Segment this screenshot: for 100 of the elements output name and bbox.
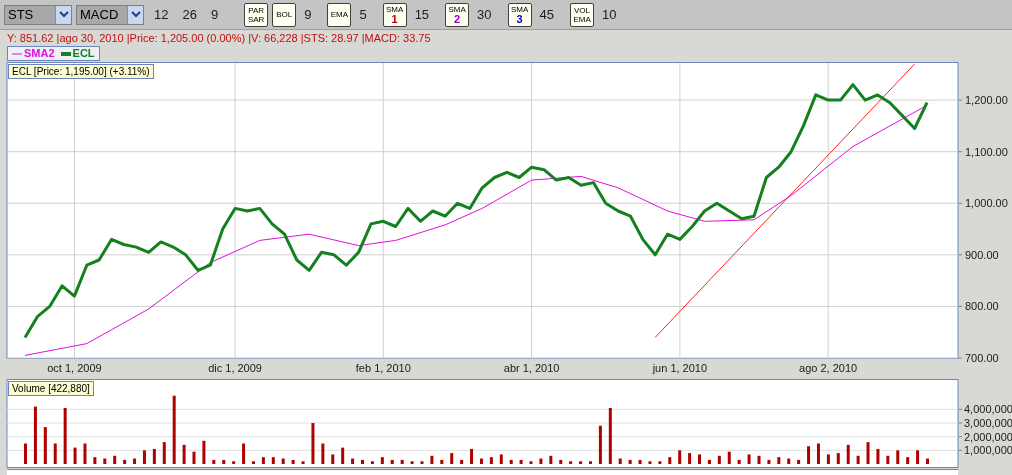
volume-bar bbox=[63, 407, 67, 464]
volume-bar bbox=[886, 455, 890, 464]
volume-bar bbox=[906, 457, 910, 464]
volume-bar bbox=[252, 461, 255, 464]
volume-bar bbox=[123, 459, 127, 464]
volume-bar bbox=[222, 459, 226, 464]
volume-bar bbox=[787, 458, 791, 464]
volume-bar bbox=[232, 461, 236, 464]
volume-bar bbox=[856, 455, 860, 464]
axis-label: 4,000,000 bbox=[964, 403, 1012, 416]
volume-bar bbox=[53, 443, 57, 464]
axis-label: 1,000,000 bbox=[964, 444, 1012, 457]
volume-bar bbox=[351, 458, 355, 464]
volume-bar bbox=[807, 446, 811, 464]
volume-bar bbox=[658, 461, 662, 464]
volume-bar bbox=[767, 459, 771, 464]
price-label: ECL [Price: 1,195.00] (+3.11%) bbox=[8, 64, 154, 79]
volume-bar bbox=[569, 461, 573, 464]
volume-bar bbox=[598, 425, 602, 464]
volume-bar bbox=[876, 448, 880, 464]
indicator-value: 5 bbox=[359, 5, 367, 24]
indicator-button[interactable]: SMA 3 bbox=[507, 2, 532, 27]
volume-bar bbox=[331, 454, 335, 464]
indicator-button[interactable]: SMA 1 bbox=[382, 2, 407, 27]
volume-bar bbox=[608, 407, 612, 464]
volume-bar bbox=[579, 461, 583, 464]
axis-label: 3,000,000 bbox=[964, 417, 1012, 429]
dropdown[interactable]: MACD bbox=[76, 4, 144, 25]
volume-bar bbox=[797, 459, 801, 464]
indicator-button[interactable]: PAR SAR bbox=[244, 2, 269, 27]
volume-bar bbox=[192, 451, 196, 464]
indicator-number: 3 bbox=[516, 14, 523, 24]
volume-bar bbox=[430, 455, 434, 464]
volume-bar bbox=[24, 443, 27, 464]
volume-bar bbox=[420, 461, 424, 464]
volume-bar bbox=[43, 427, 47, 464]
volume-bar bbox=[93, 457, 97, 464]
volume-bar bbox=[509, 459, 513, 464]
volume-bar bbox=[539, 458, 543, 464]
date-label: ago 2, 2010 bbox=[799, 362, 858, 374]
volume-bar bbox=[242, 443, 246, 464]
indicator-number: 1 bbox=[391, 14, 398, 24]
volume-bar bbox=[826, 454, 830, 464]
volume-bar bbox=[162, 442, 166, 464]
volume-bar bbox=[390, 459, 394, 464]
volume-bar bbox=[301, 461, 305, 464]
volume-bar bbox=[866, 442, 870, 464]
volume-bar bbox=[916, 450, 920, 464]
volume-bar bbox=[688, 453, 692, 464]
indicator-number: 2 bbox=[454, 14, 461, 24]
volume-bar bbox=[460, 459, 464, 464]
date-label: oct 1, 2009 bbox=[47, 362, 102, 374]
volume-bar bbox=[142, 450, 146, 464]
volume-bar bbox=[321, 443, 325, 464]
indicator-value: 9 bbox=[304, 5, 312, 24]
date-label: abr 1, 2010 bbox=[503, 362, 560, 374]
volume-bar bbox=[370, 461, 374, 464]
parameter-value: 12 bbox=[154, 5, 169, 24]
indicator-button[interactable]: EMA bbox=[327, 2, 352, 27]
axis-label: 700.00 bbox=[965, 352, 999, 364]
volume-bar bbox=[291, 459, 295, 464]
volume-bar bbox=[717, 455, 721, 464]
volume-bar bbox=[479, 458, 483, 464]
volume-bar bbox=[380, 457, 384, 464]
date-label: feb 1, 2010 bbox=[355, 362, 411, 374]
volume-bar bbox=[559, 459, 563, 464]
volume-bar bbox=[440, 459, 444, 464]
volume-bar bbox=[529, 461, 533, 464]
volume-bar bbox=[261, 457, 265, 464]
volume-label: Volume [422,880] bbox=[8, 381, 94, 396]
volume-bar bbox=[668, 457, 672, 464]
date-label: dic 1, 2009 bbox=[208, 362, 262, 374]
indicator-button[interactable]: SMA 2 bbox=[445, 2, 470, 27]
indicator-button[interactable]: VOL EMA bbox=[570, 2, 595, 27]
volume-bar bbox=[816, 443, 820, 464]
volume-bar bbox=[361, 459, 364, 464]
indicator-button[interactable]: BOL bbox=[272, 2, 297, 27]
chevron-down-icon bbox=[127, 5, 143, 24]
volume-bar bbox=[698, 454, 701, 464]
volume-bar bbox=[638, 459, 642, 464]
volume-bar bbox=[33, 406, 37, 464]
volume-bar bbox=[410, 461, 414, 464]
volume-bar bbox=[737, 459, 741, 464]
axis-label: 800.00 bbox=[965, 300, 999, 313]
volume-bar bbox=[896, 450, 900, 464]
indicator-value: 45 bbox=[539, 5, 555, 24]
volume-bar bbox=[757, 455, 761, 464]
dropdown[interactable]: STS bbox=[4, 4, 72, 25]
axis-label: 900.00 bbox=[965, 248, 999, 261]
date-label: jun 1, 2010 bbox=[652, 362, 708, 374]
volume-bar bbox=[707, 459, 711, 464]
volume-bar bbox=[400, 459, 404, 464]
volume-bar bbox=[747, 454, 751, 464]
volume-bar bbox=[83, 443, 87, 464]
volume-bar bbox=[133, 458, 137, 464]
volume-bar bbox=[73, 447, 77, 464]
parameter-value: 26 bbox=[182, 5, 197, 24]
indicator-value: 30 bbox=[477, 5, 492, 24]
axis-label: 1,000.00 bbox=[965, 197, 1008, 210]
indicator-value: 15 bbox=[414, 5, 430, 24]
